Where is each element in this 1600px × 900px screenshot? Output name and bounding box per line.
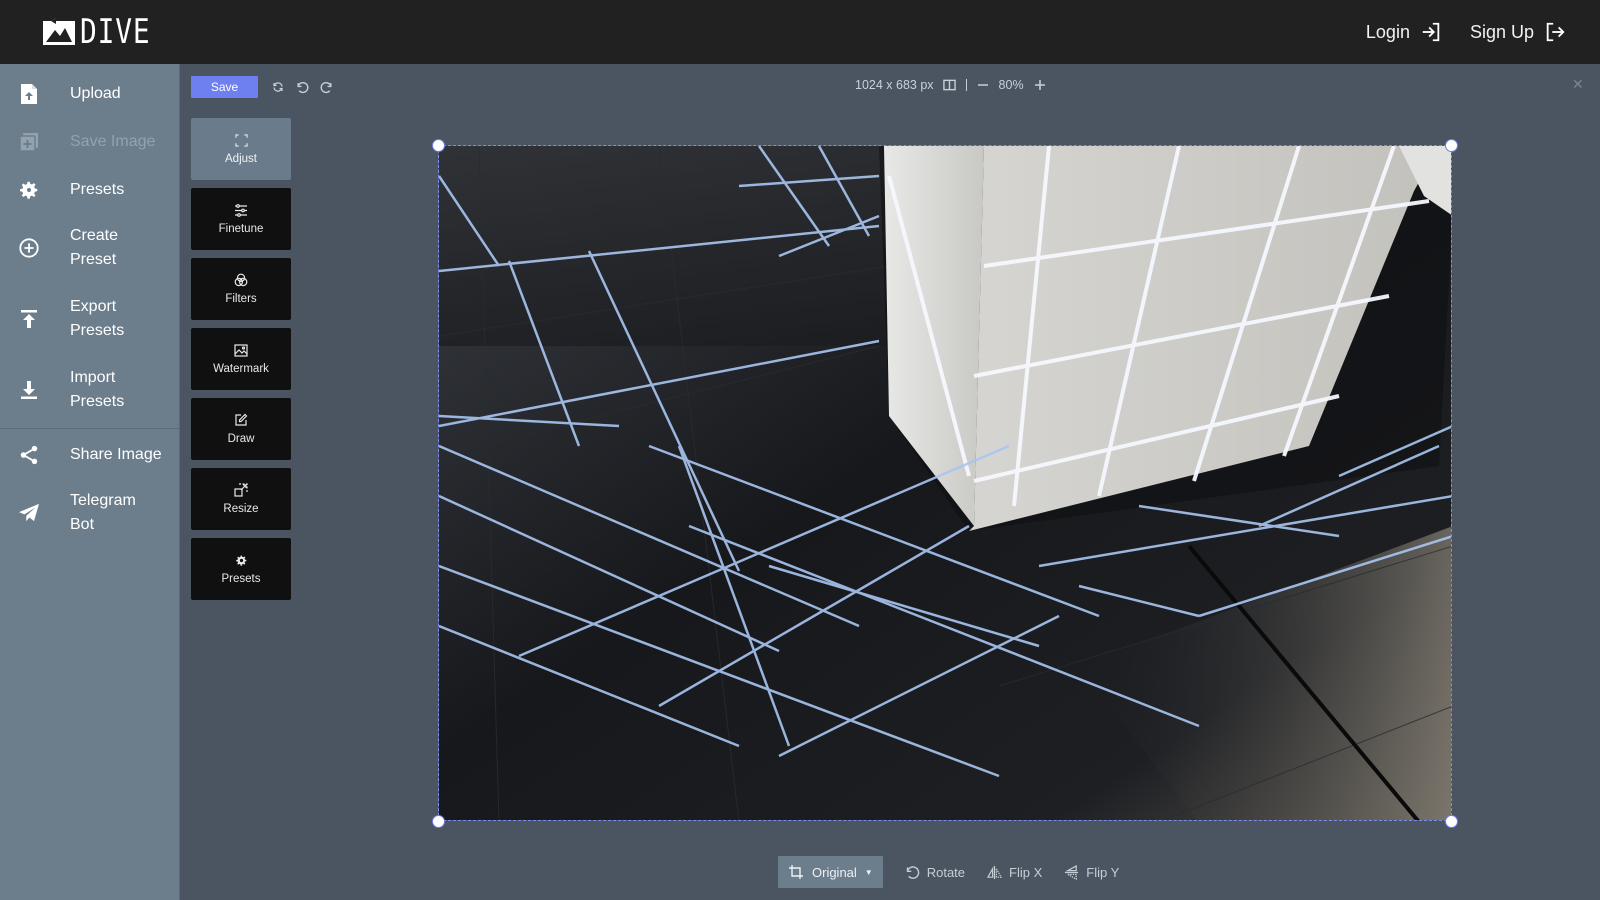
resize-icon [234,483,248,497]
tool-filters[interactable]: Filters [191,258,291,320]
tool-label: Finetune [218,222,264,235]
aspect-ratio-select[interactable]: Original ▼ [778,856,883,888]
crop-handle-top-left[interactable] [432,139,445,152]
image-icon [234,343,248,357]
chevron-down-icon: ▼ [864,867,873,877]
image-dimensions: 1024 x 683 px [855,78,934,92]
logout-icon [1546,22,1565,42]
crop-handle-top-right[interactable] [1445,139,1458,152]
flip-y-icon [1065,864,1079,880]
zoom-out-icon[interactable] [975,77,991,93]
close-icon[interactable]: ✕ [1572,76,1584,93]
sliders-icon [235,203,247,217]
flip-x-button[interactable]: Flip X [987,865,1042,880]
sidebar-item-presets[interactable]: Presets [0,178,179,202]
image-info-bar: 1024 x 683 px 80% [855,77,1048,93]
sidebar-item-telegram-bot[interactable]: Telegram Bot [0,489,179,537]
tool-adjust[interactable]: Adjust [191,118,291,180]
sidebar-item-upload[interactable]: Upload [0,82,179,106]
photo [439,146,1451,820]
logo[interactable]: DIVE [42,12,166,52]
rotate-icon [906,865,919,879]
login-icon [1422,22,1440,42]
save-button[interactable]: Save [191,76,258,98]
plus-circle-icon [18,237,40,259]
info-separator [965,79,967,91]
redo-icon[interactable] [318,79,334,95]
tool-label: Draw [227,433,255,445]
zoom-level: 80% [998,78,1024,92]
login-button[interactable]: Login [1366,21,1442,43]
flip-x-label: Flip X [1009,864,1043,880]
sidebar-item-label: Telegram Bot [70,492,136,533]
flip-x-icon [987,865,1003,879]
crop-handle-bottom-left[interactable] [432,815,445,828]
login-label: Login [1365,21,1410,42]
sidebar-item-import-presets[interactable]: Import Presets [0,366,179,414]
tool-label: Filters [225,293,257,305]
top-bar: DIVE Login Sign Up [0,0,1600,64]
rotate-label: Rotate [926,864,966,880]
rotate-button[interactable]: Rotate [905,865,965,880]
aspect-ratio-label: Original [812,864,857,880]
telegram-icon [18,502,40,524]
share-icon [18,444,40,466]
reset-icon[interactable] [270,79,286,95]
gear-icon [18,179,40,201]
tool-label: Resize [223,503,259,515]
file-upload-icon [18,83,40,105]
tool-draw[interactable]: Draw [191,398,291,460]
save-image-icon [18,131,40,153]
editor-toolbar: Save [191,76,334,98]
tool-watermark[interactable]: Watermark [191,328,291,390]
crop-handle-bottom-right[interactable] [1445,815,1458,828]
flip-y-button[interactable]: Flip Y [1064,864,1120,880]
sidebar-item-label: Save Image [70,133,156,150]
crop-icon [789,865,803,879]
sidebar-item-save-image[interactable]: Save Image [0,130,179,154]
auth-links: Login Sign Up [1366,21,1566,43]
sidebar-item-create-preset[interactable]: Create Preset [0,224,179,272]
gear-icon [235,555,246,566]
sidebar-item-label: Import Presets [70,369,125,410]
pencil-icon [235,413,248,426]
import-icon [18,379,40,401]
sidebar-item-label: Create Preset [70,227,119,268]
sidebar-item-label: Upload [70,85,121,102]
tool-presets[interactable]: Presets [191,538,291,600]
zoom-in-icon[interactable] [1032,77,1048,93]
sidebar-divider [0,428,179,429]
sidebar-item-export-presets[interactable]: Export Presets [0,295,179,343]
logo-text: DIVE [80,12,151,52]
tool-label: Watermark [213,362,269,375]
flip-y-label: Flip Y [1086,864,1120,880]
tool-label: Presets [221,572,261,585]
sidebar-item-share-image[interactable]: Share Image [0,443,179,467]
tool-panel: Adjust Finetune Filters Watermark Draw R… [191,118,291,608]
compare-icon[interactable] [942,77,958,93]
image-canvas[interactable] [438,145,1452,821]
sidebar-item-label: Export Presets [70,298,125,339]
export-icon [18,308,40,330]
sidebar-item-label: Presets [70,181,125,198]
signup-button[interactable]: Sign Up [1470,21,1566,43]
crop-corners-icon [234,133,248,147]
undo-icon[interactable] [294,79,310,95]
logo-icon [43,18,75,45]
sidebar: Upload Save Image Presets Create Preset … [0,64,180,900]
filters-icon [234,273,248,287]
crop-controls: Original ▼ Rotate Flip X Flip Y [778,856,1119,888]
tool-resize[interactable]: Resize [191,468,291,530]
tool-finetune[interactable]: Finetune [191,188,291,250]
sidebar-item-label: Share Image [70,446,162,463]
tool-label: Adjust [225,152,257,165]
signup-label: Sign Up [1469,21,1534,42]
